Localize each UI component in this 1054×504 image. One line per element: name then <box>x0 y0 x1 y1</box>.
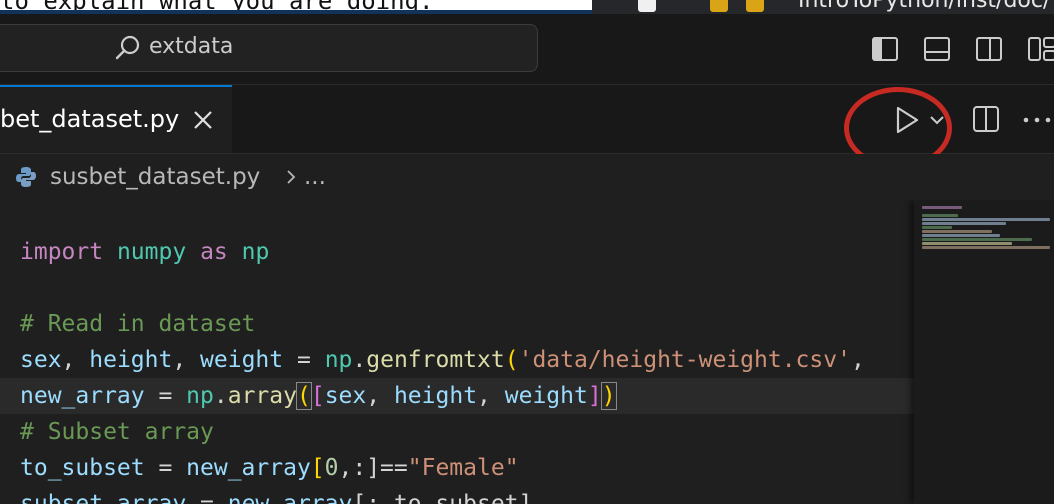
search-icon <box>115 35 140 60</box>
command-center-search[interactable]: extdata <box>0 24 538 72</box>
variable: to_subset <box>20 455 145 481</box>
customize-layout-icon[interactable] <box>1026 34 1054 64</box>
background-path-text: IntroToPython/inst/doc/ <box>798 0 1051 13</box>
variable: weight <box>200 347 284 373</box>
background-window-strip: to explain what you are doing. IntroToPy… <box>0 0 1054 14</box>
string-literal: "Female" <box>407 455 519 481</box>
toggle-secondary-sidebar-icon[interactable] <box>974 34 1004 64</box>
variable: weight <box>504 383 588 409</box>
variable: sex <box>20 347 62 373</box>
minimap-line <box>922 242 1012 245</box>
minimap[interactable] <box>914 200 1054 504</box>
module-alias: np <box>241 239 270 265</box>
variable: new_array <box>186 455 311 481</box>
keyword: import <box>20 239 104 265</box>
keyword: as <box>200 239 228 265</box>
string-literal: 'data/height-weight.csv' <box>518 347 851 373</box>
code-line: to_subset = new_array[0,:]=="Female" <box>20 455 519 481</box>
variable: height <box>89 347 173 373</box>
comment: # Read in dataset <box>20 311 256 337</box>
split-editor-icon[interactable] <box>970 103 1002 135</box>
tab-label: bet_dataset.py <box>0 105 180 133</box>
breadcrumb-more[interactable]: ... <box>304 164 326 190</box>
module-name: numpy <box>116 239 187 265</box>
code-line: # Subset array <box>20 414 920 450</box>
index-expression: [:,to_subset] <box>352 491 533 504</box>
minimap-line <box>922 214 958 217</box>
background-square-icon <box>638 0 656 12</box>
minimap-line <box>922 206 962 209</box>
code-line: # Read in dataset <box>20 306 920 342</box>
breadcrumb-file[interactable]: susbet_dataset.py <box>50 164 260 190</box>
operator: ,:]== <box>338 455 408 481</box>
minimap-line <box>922 226 952 229</box>
close-icon[interactable] <box>190 107 216 133</box>
toggle-panel-icon[interactable] <box>922 34 952 64</box>
minimap-line <box>922 230 992 233</box>
code-lines: import numpy as np # Read in dataset sex… <box>0 234 920 504</box>
code-line: subset_array = new_array[:,to_subset] <box>20 486 920 504</box>
code-line: sex, height, weight = np.genfromtxt('dat… <box>20 347 865 373</box>
background-toolbar: IntroToPython/inst/doc/ <box>592 0 1054 14</box>
function-name: array <box>227 383 297 409</box>
comment: # Subset array <box>20 419 214 445</box>
variable: sex <box>324 383 367 409</box>
number-literal: 0 <box>324 455 339 481</box>
background-help-icon <box>710 0 728 12</box>
variable: new_array <box>20 383 145 409</box>
chevron-right-icon <box>287 170 296 184</box>
ellipsis-icon[interactable] <box>1020 107 1054 133</box>
module-alias: np <box>186 383 214 409</box>
minimap-line <box>922 222 1006 225</box>
code-line-active: new_array = np.array([sex, height, weigh… <box>0 378 916 414</box>
minimap-line <box>922 238 1032 241</box>
module-alias: np <box>324 347 353 373</box>
function-name: genfromtxt <box>366 347 505 373</box>
variable: height <box>393 383 478 409</box>
punctuation: , <box>850 347 865 373</box>
tab-susbet-dataset[interactable]: bet_dataset.py <box>0 85 232 153</box>
breadcrumb: susbet_dataset.py ... <box>0 154 1054 200</box>
code-editor[interactable]: import numpy as np # Read in dataset sex… <box>0 200 1054 504</box>
search-text: extdata <box>149 34 234 59</box>
title-bar: extdata <box>0 14 1054 85</box>
variable: new_array <box>227 491 353 504</box>
variable: subset_array <box>20 491 187 504</box>
python-file-icon <box>16 167 36 187</box>
minimap-line <box>922 246 1050 249</box>
editor-tab-bar: bet_dataset.py <box>0 85 1054 169</box>
toggle-primary-sidebar-icon[interactable] <box>870 34 900 64</box>
minimap-line <box>922 234 1000 237</box>
background-help-icon <box>746 0 764 12</box>
minimap-line <box>922 218 1050 221</box>
code-line: import numpy as np <box>20 234 920 270</box>
